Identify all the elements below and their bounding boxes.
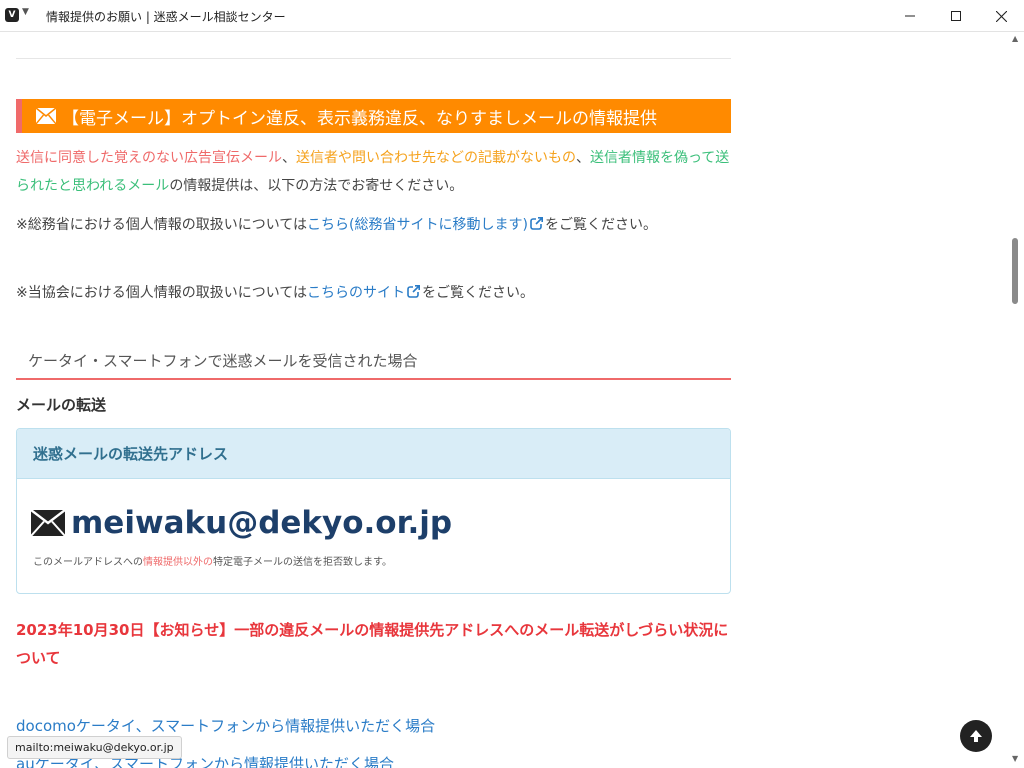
- forward-email-link[interactable]: meiwaku@dekyo.or.jp: [71, 505, 452, 541]
- intro-part-ad-mail: 送信に同意した覚えのない広告宣伝メール: [16, 150, 282, 166]
- privacy-ministry-link[interactable]: こちら(総務省サイトに移動します): [307, 217, 528, 233]
- docomo-link[interactable]: docomoケータイ、スマートフォンから情報提供いただく場合: [16, 715, 435, 736]
- external-link-icon[interactable]: [530, 217, 543, 230]
- panel-title: 迷惑メールの転送先アドレス: [17, 429, 730, 479]
- vertical-scrollbar[interactable]: ▲ ▼: [1008, 32, 1024, 768]
- privacy-ministry-suffix: をご覧ください。: [544, 217, 657, 233]
- panel-note-suffix: 特定電子メールの送信を拒否致します。: [213, 557, 392, 568]
- back-to-top-icon: [970, 730, 982, 742]
- section-heading-text: 【電子メール】オプトイン違反、表示義務違反、なりすましメールの情報提供: [62, 108, 657, 129]
- intro-paragraph: 送信に同意した覚えのない広告宣伝メール、送信者や問い合わせ先などの記載がないもの…: [16, 144, 731, 200]
- address-row: meiwaku@dekyo.or.jp: [31, 505, 452, 541]
- browser-logo-icon[interactable]: V: [5, 8, 19, 22]
- back-to-top-button[interactable]: [960, 720, 992, 752]
- close-icon: [995, 10, 1007, 22]
- intro-part-rest: の情報提供は、以下の方法でお寄せください。: [169, 178, 464, 194]
- scroll-down-arrow-icon[interactable]: ▼: [1012, 754, 1018, 763]
- intro-sep: 、: [282, 150, 296, 166]
- panel-note-highlight: 情報提供以外の: [143, 557, 213, 568]
- close-button[interactable]: [978, 0, 1024, 32]
- section-heading: 【電子メール】オプトイン違反、表示義務違反、なりすましメールの情報提供: [16, 99, 731, 133]
- mail-icon: [36, 108, 56, 124]
- mail-icon: [31, 510, 65, 536]
- privacy-assoc-prefix: ※当協会における個人情報の取扱いについては: [16, 285, 308, 301]
- window-title: 情報提供のお願い | 迷惑メール相談センター: [46, 10, 286, 24]
- intro-sep: 、: [576, 150, 590, 166]
- privacy-ministry-prefix: ※総務省における個人情報の取扱いについては: [16, 217, 308, 233]
- external-link-icon[interactable]: [407, 285, 421, 298]
- browser-menu-chevron-icon[interactable]: ▼: [22, 7, 29, 17]
- minimize-icon: [905, 15, 915, 17]
- maximize-button[interactable]: [933, 0, 979, 32]
- panel-note: このメールアドレスへの情報提供以外の特定電子メールの送信を拒否致します。: [33, 553, 392, 568]
- maximize-icon: [951, 11, 961, 21]
- window-titlebar: V ▼ 情報提供のお願い | 迷惑メール相談センター: [0, 0, 1024, 32]
- privacy-assoc-link[interactable]: こちらのサイト: [307, 285, 405, 301]
- minimize-button[interactable]: [887, 0, 933, 32]
- privacy-ministry-note: ※総務省における個人情報の取扱いについてはこちら(総務省サイトに移動します) をご…: [16, 211, 731, 239]
- forward-heading: メールの転送: [16, 396, 107, 414]
- panel-note-prefix: このメールアドレスへの: [33, 557, 143, 568]
- privacy-assoc-suffix: をご覧ください。: [422, 285, 535, 301]
- scroll-up-arrow-icon[interactable]: ▲: [1012, 34, 1018, 43]
- mobile-subheading: ケータイ・スマートフォンで迷惑メールを受信された場合: [16, 348, 731, 380]
- divider: [16, 58, 731, 59]
- intro-part-no-sender: 送信者や問い合わせ先などの記載がないもの: [296, 150, 576, 166]
- privacy-assoc-note: ※当協会における個人情報の取扱いについてはこちらのサイト をご覧ください。: [16, 279, 731, 307]
- notice-link[interactable]: 2023年10月30日【お知らせ】一部の違反メールの情報提供先アドレスへのメール…: [16, 616, 731, 672]
- forward-address-panel: 迷惑メールの転送先アドレス meiwaku@dekyo.or.jp このメールア…: [16, 428, 731, 594]
- link-status-bar: mailto:meiwaku@dekyo.or.jp: [7, 736, 182, 759]
- scroll-thumb[interactable]: [1012, 238, 1018, 304]
